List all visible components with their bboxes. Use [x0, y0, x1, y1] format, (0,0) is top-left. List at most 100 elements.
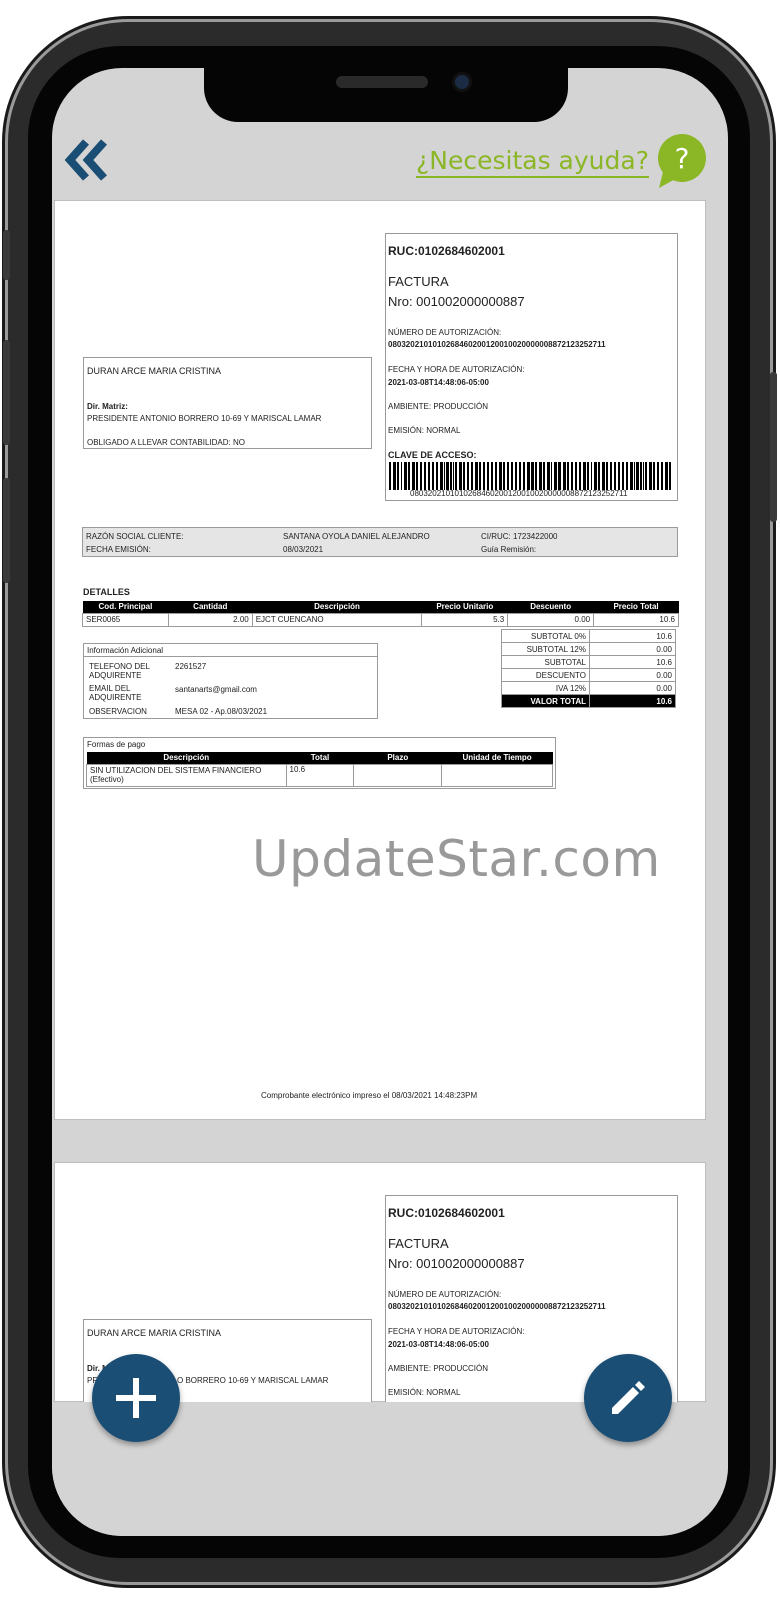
barcode-bar: [503, 462, 505, 490]
client-box: RAZÓN SOCIAL CLIENTE: SANTANA OYOLA DANI…: [82, 527, 678, 557]
help-text[interactable]: ¿Necesitas ayuda?: [416, 146, 649, 178]
barcode-bar: [602, 462, 605, 490]
auth-date-label: FECHA Y HORA DE AUTORIZACIÓN:: [388, 365, 525, 374]
mute-switch: [3, 230, 10, 280]
info-box: Información Adicional TELEFONO DEL ADQUI…: [83, 643, 378, 719]
barcode-bar: [389, 462, 391, 490]
barcode-bar: [463, 462, 465, 490]
barcode-bar: [424, 462, 426, 490]
plus-icon: [116, 1378, 156, 1418]
auth-label: NÚMERO DE AUTORIZACIÓN:: [388, 1290, 502, 1299]
barcode-bar: [397, 462, 399, 490]
back-button[interactable]: [64, 138, 110, 182]
doc-type: FACTURA: [388, 274, 449, 289]
totals-table: SUBTOTAL 0% 10.6 SUBTOTAL 12% 0.00 SUBTOTA…: [501, 629, 676, 708]
edit-button[interactable]: [584, 1354, 672, 1442]
table-cell: 10.6: [593, 612, 679, 627]
barcode-bar: [634, 462, 635, 490]
totals-row: IVA 12% 0.00: [501, 681, 676, 695]
table-row: SER0065 2.00 EJCT CUENCANO 5.3 0.00 10.6: [82, 612, 679, 627]
barcode-bar: [614, 462, 616, 490]
power-button: [770, 372, 777, 522]
auth-label: NÚMERO DE AUTORIZACIÓN:: [388, 328, 502, 337]
valor-total-label: VALOR TOTAL: [501, 694, 590, 708]
barcode-bar: [610, 462, 612, 490]
col-header: Total: [286, 752, 354, 764]
info-value: santanarts@gmail.com: [175, 685, 257, 694]
dir-label: Dir. Matriz:: [87, 402, 128, 411]
barcode-bar: [649, 462, 652, 490]
table-cell: 10.6: [285, 763, 355, 787]
fecha-label: FECHA EMISIÓN:: [86, 545, 151, 554]
pencil-icon: [612, 1381, 645, 1414]
barcode-bar: [515, 462, 517, 490]
info-value: 2261527: [175, 662, 207, 671]
barcode-bar: [657, 462, 659, 490]
details-title: DETALLES: [83, 587, 130, 597]
barcode-bar: [416, 462, 418, 490]
barcode-bar: [535, 462, 537, 490]
total-value: 0.00: [589, 642, 676, 656]
doc-number: Nro: 001002000000887: [388, 1256, 525, 1271]
barcode-bar: [587, 462, 589, 490]
barcode-bar: [579, 462, 581, 490]
totals-row: SUBTOTAL 10.6: [501, 655, 676, 669]
emision: EMISIÓN: NORMAL: [388, 426, 461, 435]
info-label: EMAIL DEL ADQUIRENTE: [89, 684, 142, 702]
table-cell: EJCT CUENCANO: [251, 612, 423, 627]
barcode-bar: [575, 462, 577, 490]
barcode-bar: [567, 462, 569, 490]
barcode-bar: [428, 462, 430, 490]
issuer-name: DURAN ARCE MARIA CRISTINA: [87, 1328, 222, 1338]
barcode-bar: [583, 462, 586, 490]
col-header: Descuento: [507, 601, 594, 613]
total-label: SUBTOTAL: [501, 655, 590, 669]
barcode-bar: [558, 462, 561, 490]
barcode-bar: [527, 462, 530, 490]
barcode-bar: [622, 462, 624, 490]
barcode-bar: [436, 462, 438, 490]
col-header: Plazo: [353, 752, 442, 764]
total-value: 0.00: [589, 668, 676, 682]
help-link[interactable]: ¿Necesitas ayuda? ?: [416, 134, 707, 190]
barcode-bar: [487, 462, 489, 490]
col-header: Cod. Principal: [82, 601, 169, 613]
table-cell: [353, 763, 443, 787]
issuer-box: DURAN ARCE MARIA CRISTINA Dir. Matriz: P…: [83, 357, 372, 449]
barcode-bar: [479, 462, 481, 490]
ruc: RUC:0102684602001: [388, 244, 505, 258]
volume-up-button: [3, 340, 10, 445]
issuer-name: DURAN ARCE MARIA CRISTINA: [87, 366, 222, 376]
svg-text:?: ?: [675, 142, 690, 175]
table-cell: SER0065: [82, 612, 169, 627]
question-bubble-icon[interactable]: ?: [657, 134, 707, 190]
barcode-bar: [598, 462, 600, 490]
barcode-bar: [539, 462, 542, 490]
payment-table: Descripción Total Plazo Unidad de Tiempo…: [86, 752, 553, 787]
table-cell: [441, 763, 553, 787]
barcode-bar: [507, 462, 509, 490]
add-button[interactable]: [92, 1354, 180, 1442]
doc-number: Nro: 001002000000887: [388, 294, 525, 309]
barcode-bar: [554, 462, 557, 490]
barcode-bar: [401, 462, 402, 490]
razon-value: SANTANA OYOLA DANIEL ALEJANDRO: [283, 532, 430, 541]
guia-label: Guía Remisión:: [481, 545, 537, 554]
barcode-bar: [643, 462, 644, 490]
barcode-bar: [459, 462, 462, 490]
table-cell: 5.3: [421, 612, 509, 627]
barcode-bar: [653, 462, 655, 490]
watermark: UpdateStar.com: [252, 830, 661, 888]
info-label: TELEFONO DEL ADQUIRENTE: [89, 662, 150, 680]
invoice-page-1[interactable]: RUC:0102684602001 FACTURA Nro: 001002000…: [54, 200, 706, 1120]
double-chevron-left-icon: [64, 139, 107, 181]
auth-number: 0803202101010268460200120010020000008872…: [388, 1302, 606, 1311]
barcode-bar: [420, 462, 422, 490]
total-value: 10.6: [589, 655, 676, 669]
barcode-bar: [563, 462, 566, 490]
barcode-bar: [393, 462, 396, 490]
barcode-bar: [432, 462, 434, 490]
ruc: RUC:0102684602001: [388, 1206, 505, 1220]
info-value: MESA 02 - Ap.08/03/2021: [175, 707, 268, 716]
barcode-bar: [523, 462, 525, 490]
